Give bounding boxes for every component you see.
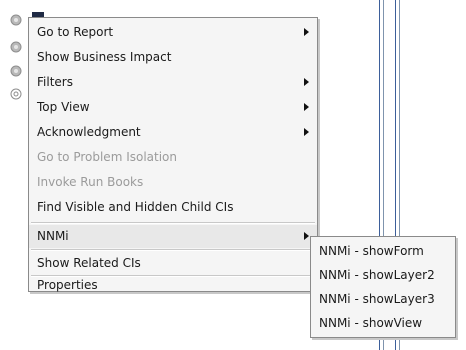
menu-item-label: Top View: [37, 100, 90, 114]
menu-item-label: Show Related CIs: [37, 256, 141, 270]
submenu-item-label: NNMi - showView: [319, 316, 423, 330]
menu-item-go-to-problem-isolation[interactable]: Go to Problem Isolation: [29, 146, 317, 169]
menu-separator: [31, 249, 315, 251]
menu-item-properties[interactable]: Properties: [29, 274, 317, 297]
gear-icon[interactable]: [8, 12, 24, 28]
menu-item-label: Go to Report: [37, 25, 114, 39]
nnmi-submenu: NNMi - showForm NNMi - showLayer2 NNMi -…: [310, 236, 456, 338]
submenu-arrow-icon: [304, 103, 309, 111]
context-menu: Go to Report Show Business Impact Filter…: [28, 17, 318, 292]
menu-item-label: Find Visible and Hidden Child CIs: [37, 200, 234, 214]
submenu-arrow-icon: [304, 28, 309, 36]
submenu-item-showform[interactable]: NNMi - showForm: [311, 239, 455, 263]
submenu-item-label: NNMi - showLayer2: [319, 268, 435, 282]
submenu-arrow-icon: [304, 78, 309, 86]
gear-icon[interactable]: [8, 39, 24, 55]
menu-item-label: Go to Problem Isolation: [37, 150, 177, 164]
menu-item-filters[interactable]: Filters: [29, 71, 317, 94]
menu-item-find-child-cis[interactable]: Find Visible and Hidden Child CIs: [29, 196, 317, 219]
submenu-item-label: NNMi - showLayer3: [319, 292, 435, 306]
menu-item-show-business-impact[interactable]: Show Business Impact: [29, 46, 317, 69]
menu-item-show-related-cis[interactable]: Show Related CIs: [29, 252, 317, 275]
submenu-item-showview[interactable]: NNMi - showView: [311, 311, 455, 335]
menu-item-invoke-run-books[interactable]: Invoke Run Books: [29, 171, 317, 194]
menu-separator: [31, 222, 315, 224]
menu-item-label: NNMi: [37, 229, 69, 243]
menu-item-label: Filters: [37, 75, 73, 89]
gear-icon[interactable]: [8, 63, 24, 79]
submenu-arrow-icon: [304, 128, 309, 136]
submenu-item-label: NNMi - showForm: [319, 244, 424, 258]
submenu-arrow-icon: [304, 232, 309, 240]
menu-item-acknowledgment[interactable]: Acknowledgment: [29, 121, 317, 144]
gear-outline-icon[interactable]: [8, 86, 24, 102]
submenu-item-showlayer3[interactable]: NNMi - showLayer3: [311, 287, 455, 311]
menu-item-go-to-report[interactable]: Go to Report: [29, 21, 317, 44]
menu-item-label: Properties: [37, 278, 98, 292]
submenu-item-showlayer2[interactable]: NNMi - showLayer2: [311, 263, 455, 287]
menu-item-label: Show Business Impact: [37, 50, 172, 64]
menu-item-top-view[interactable]: Top View: [29, 96, 317, 119]
menu-item-nnmi[interactable]: NNMi: [29, 225, 317, 248]
menu-item-label: Acknowledgment: [37, 125, 141, 139]
menu-item-label: Invoke Run Books: [37, 175, 144, 189]
